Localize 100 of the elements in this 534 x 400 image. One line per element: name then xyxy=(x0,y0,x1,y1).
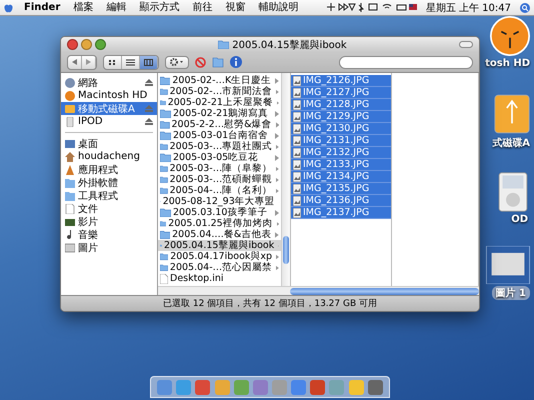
action-menu-button[interactable] xyxy=(165,56,189,68)
file-row[interactable]: IMG_2136.JPG xyxy=(291,195,391,207)
document-icon xyxy=(160,274,168,284)
sidebar-item[interactable]: 桌面 xyxy=(61,137,157,150)
toolbar-toggle-button[interactable] xyxy=(459,41,473,48)
close-button[interactable] xyxy=(67,39,78,50)
file-row[interactable]: IMG_2134.JPG xyxy=(291,171,391,183)
back-forward-control[interactable] xyxy=(67,54,97,70)
sidebar-item[interactable]: 外掛軟體 xyxy=(61,176,157,189)
file-row[interactable]: 2005-02-21鵝湖寫真 xyxy=(158,108,281,119)
vertical-scrollbar[interactable] xyxy=(281,73,290,286)
gear-icon xyxy=(170,58,184,66)
file-row[interactable]: 2005-02-…K生日慶生 xyxy=(158,75,281,86)
file-row[interactable]: IMG_2130.JPG xyxy=(291,123,391,135)
window-title: 2005.04.15擊麗與ibook xyxy=(232,38,347,52)
status-bar: 已選取 12 個項目，共有 12 個項目，13.27 GB 可用 xyxy=(61,295,479,311)
sidebar-item[interactable]: 圖片 xyxy=(61,241,157,254)
disk-icon xyxy=(65,90,75,100)
image-file-icon xyxy=(293,160,301,170)
info-icon[interactable] xyxy=(230,56,242,68)
desktop-icon-label[interactable]: 式磁碟A xyxy=(492,136,530,150)
dock-app-icon[interactable] xyxy=(195,380,210,394)
file-row[interactable]: Desktop.ini xyxy=(158,273,281,284)
file-row[interactable]: 2005-02-…市新聞法會 xyxy=(158,86,281,97)
horizontal-scrollbar[interactable] xyxy=(158,286,479,295)
file-row[interactable]: 2005-2-2…慰勞&爆會 xyxy=(158,119,281,130)
desktop-icon-label[interactable]: tosh HD xyxy=(485,58,530,69)
file-row[interactable]: 2005-08-12_93年大專盟 xyxy=(158,196,281,207)
left-triangle-icon xyxy=(72,59,77,65)
file-row[interactable]: 2005.04-…范心因屬禁 xyxy=(158,262,281,273)
desktop-icon xyxy=(65,138,75,148)
minimize-button[interactable] xyxy=(81,39,92,50)
image-file-icon xyxy=(293,172,301,182)
file-row[interactable]: IMG_2128.JPG xyxy=(291,99,391,111)
sidebar-item[interactable]: IPOD xyxy=(61,115,157,128)
file-row[interactable]: 2005-04-…陣（名利） xyxy=(158,185,281,196)
file-row[interactable]: IMG_2133.JPG xyxy=(291,159,391,171)
image-file-icon xyxy=(293,76,301,86)
sidebar-item[interactable]: 工具程式 xyxy=(61,189,157,202)
file-row[interactable]: IMG_2126.JPG xyxy=(291,75,391,87)
sidebar-item[interactable]: Macintosh HD xyxy=(61,89,157,102)
menu-clock[interactable]: 星期五 上午 10:47 xyxy=(426,0,511,14)
sidebar-item[interactable]: 影片 xyxy=(61,215,157,228)
menu-item[interactable]: 輔助說明 xyxy=(256,0,300,15)
columns-icon xyxy=(144,58,153,66)
icon-grid-icon xyxy=(108,58,117,66)
file-row[interactable]: 2005-03-05吃豆花 xyxy=(158,152,281,163)
menu-item[interactable]: 前往 xyxy=(190,0,214,15)
image-file-icon xyxy=(293,100,301,110)
sidebar-item[interactable]: 音樂 xyxy=(61,228,157,241)
menu-item[interactable]: 檔案 xyxy=(71,0,96,15)
menu-item[interactable]: 編輯 xyxy=(104,0,128,15)
status-icons[interactable] xyxy=(326,3,417,12)
picture-icon xyxy=(65,242,75,252)
file-row[interactable]: 2005-03-01台南宿舍 xyxy=(158,130,281,141)
sidebar-item[interactable]: 文件 xyxy=(61,202,157,215)
file-row[interactable]: 2005-02-21上禾屋聚餐 xyxy=(158,97,281,108)
image-file-icon xyxy=(293,208,301,218)
desktop-icon-label[interactable]: OD xyxy=(511,214,528,225)
document-icon xyxy=(65,204,75,214)
file-row[interactable]: 2005-03-…陣（阜黎） xyxy=(158,163,281,174)
eject-icon[interactable] xyxy=(145,118,153,125)
globe-icon xyxy=(65,78,75,88)
file-row[interactable]: 2005-03-…范碩耐蟬觀 xyxy=(158,174,281,185)
search-field[interactable] xyxy=(339,56,473,68)
file-row[interactable]: IMG_2127.JPG xyxy=(291,87,391,99)
file-row[interactable]: 2005.01.25裡傳加烤肉 xyxy=(158,218,281,229)
file-row[interactable]: IMG_2132.JPG xyxy=(291,147,391,159)
menu-item[interactable]: 顯示方式 xyxy=(137,0,182,15)
column-view-button[interactable] xyxy=(140,56,158,68)
file-row[interactable]: 2005.03.10孩季筆子 xyxy=(158,207,281,218)
no-entry-icon[interactable] xyxy=(195,56,206,68)
file-row[interactable]: IMG_2131.JPG xyxy=(291,135,391,147)
image-file-icon xyxy=(293,148,301,158)
house-icon xyxy=(65,152,75,162)
file-row[interactable]: 2005.04.…餐&吉他表 xyxy=(158,229,281,240)
file-row[interactable]: 2005.04.17ibook與xp xyxy=(158,251,281,262)
dock-app-icon[interactable] xyxy=(368,380,383,394)
eject-icon[interactable] xyxy=(145,79,153,86)
file-row[interactable]: IMG_2137.JPG xyxy=(291,207,391,219)
sidebar-item[interactable]: 移動式磁碟A xyxy=(61,102,157,115)
sidebar-item[interactable]: 網路 xyxy=(61,76,157,89)
file-row[interactable]: 2005-03-…專題社團式 xyxy=(158,141,281,152)
file-row[interactable]: IMG_2135.JPG xyxy=(291,183,391,195)
apple-icon[interactable] xyxy=(4,2,13,12)
dock-app-icon[interactable] xyxy=(310,380,326,394)
file-row[interactable]: 2005.04.15擊麗與ibook xyxy=(158,240,281,251)
image-file-icon xyxy=(293,124,301,134)
zoom-button[interactable] xyxy=(95,39,106,50)
image-file-icon xyxy=(293,88,301,98)
ipod-icon xyxy=(498,172,528,212)
menu-item[interactable]: Finder xyxy=(22,0,62,15)
drive-icon xyxy=(65,104,75,114)
usb-drive-icon xyxy=(494,94,530,134)
file-row[interactable]: IMG_2129.JPG xyxy=(291,111,391,123)
sidebar-item[interactable]: 應用程式 xyxy=(61,163,157,176)
view-control[interactable] xyxy=(103,54,159,70)
search-icon[interactable] xyxy=(520,2,530,12)
sidebar-item[interactable]: houdacheng xyxy=(61,150,157,163)
menu-item[interactable]: 視窗 xyxy=(223,0,248,15)
